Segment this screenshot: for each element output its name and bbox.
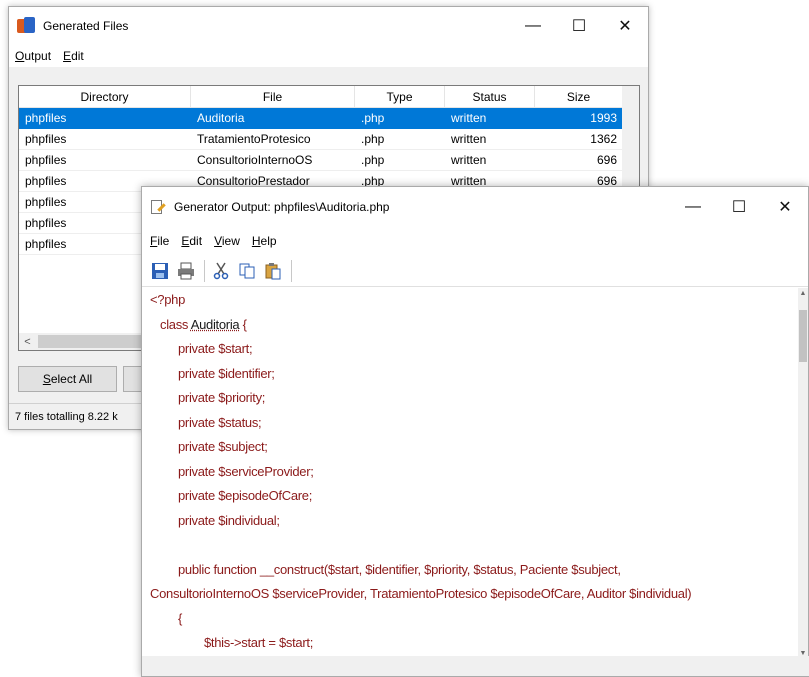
select-all-button[interactable]: Select All — [18, 366, 117, 392]
scroll-left-icon[interactable]: < — [19, 333, 36, 350]
code-line: private $serviceProvider; — [178, 463, 314, 479]
cell-file: Auditoria — [191, 108, 355, 129]
cell-directory: phpfiles — [19, 150, 191, 171]
window-controls: — ☐ ✕ — [510, 7, 648, 45]
cell-file: ConsultorioInternoOS — [191, 150, 355, 171]
cell-status: written — [445, 108, 535, 129]
cell-directory: phpfiles — [19, 108, 191, 129]
code-line: private $episodeOfCare; — [178, 488, 313, 503]
toolbar — [142, 255, 808, 287]
maximize-button[interactable]: ☐ — [556, 7, 602, 45]
column-header-size[interactable]: Size — [535, 86, 623, 107]
cell-size: 1993 — [535, 108, 623, 129]
code-line: private $start; — [178, 341, 253, 356]
editor-horizontal-scrollbar[interactable] — [142, 656, 809, 676]
toolbar-separator — [291, 259, 292, 282]
table-row[interactable]: phpfiles Auditoria .php written 1993 — [19, 108, 639, 129]
table-row[interactable]: phpfiles ConsultorioInternoOS .php writt… — [19, 150, 639, 171]
paste-icon[interactable] — [263, 261, 283, 281]
document-edit-icon — [150, 199, 166, 215]
code-line: { — [178, 610, 183, 626]
app-logo-icon — [17, 17, 35, 35]
cut-icon[interactable] — [211, 261, 231, 281]
minimize-button[interactable]: — — [510, 7, 556, 45]
code-line: ConsultorioInternoOS $serviceProvider, T… — [150, 586, 692, 601]
menu-edit[interactable]: Edit — [181, 234, 202, 248]
cell-size: 696 — [535, 150, 623, 171]
menu-view[interactable]: View — [214, 234, 240, 248]
column-header-type[interactable]: Type — [355, 86, 445, 107]
minimize-button[interactable]: — — [670, 187, 716, 227]
maximize-button[interactable]: ☐ — [716, 187, 762, 227]
cell-status: written — [445, 129, 535, 150]
menu-bar: File Edit View Help — [142, 227, 808, 255]
code-line: <?php — [150, 292, 186, 307]
code-line: private $status; — [178, 414, 262, 430]
code-line: private $identifier; — [178, 365, 275, 381]
window-controls: — ☐ ✕ — [670, 187, 808, 225]
save-icon[interactable] — [150, 261, 170, 281]
code-editor[interactable]: <?php class Auditoria { private $start; … — [142, 288, 800, 658]
code-line: private $subject; — [178, 439, 268, 454]
generator-output-window: Generator Output: phpfiles\Auditoria.php… — [141, 186, 809, 677]
toolbar-separator — [204, 259, 205, 282]
window-title: Generator Output: phpfiles\Auditoria.php — [174, 200, 390, 214]
scroll-thumb[interactable] — [799, 310, 807, 362]
cell-status: written — [445, 150, 535, 171]
cell-directory: phpfiles — [19, 129, 191, 150]
editor-vertical-scrollbar[interactable]: ▲ ▼ — [798, 288, 808, 658]
menu-output[interactable]: Output — [15, 49, 51, 63]
title-bar[interactable]: Generator Output: phpfiles\Auditoria.php… — [142, 187, 808, 227]
close-button[interactable]: ✕ — [762, 187, 808, 227]
copy-icon[interactable] — [237, 261, 257, 281]
table-row[interactable]: phpfiles TratamientoProtesico .php writt… — [19, 129, 639, 150]
list-header: Directory File Type Status Size — [19, 86, 639, 108]
code-line: class Auditoria { — [160, 316, 247, 332]
column-header-file[interactable]: File — [191, 86, 355, 107]
cell-type: .php — [355, 108, 445, 129]
code-line: public function __construct($start, $ide… — [178, 561, 621, 577]
menu-file[interactable]: File — [150, 234, 169, 248]
scroll-up-icon[interactable]: ▲ — [798, 288, 808, 298]
code-line: private $individual; — [178, 512, 280, 528]
menu-bar: Output Edit — [9, 45, 648, 67]
code-line: private $priority; — [178, 390, 266, 405]
cell-file: TratamientoProtesico — [191, 129, 355, 150]
window-title: Generated Files — [43, 19, 129, 33]
column-header-status[interactable]: Status — [445, 86, 535, 107]
column-header-directory[interactable]: Directory — [19, 86, 191, 107]
close-button[interactable]: ✕ — [602, 7, 648, 45]
title-bar[interactable]: Generated Files — ☐ ✕ — [9, 7, 648, 45]
menu-edit[interactable]: Edit — [63, 49, 84, 63]
cell-size: 1362 — [535, 129, 623, 150]
print-icon[interactable] — [176, 261, 196, 281]
code-line: $this->start = $start; — [204, 635, 314, 650]
cell-type: .php — [355, 150, 445, 171]
menu-help[interactable]: Help — [252, 234, 277, 248]
cell-type: .php — [355, 129, 445, 150]
